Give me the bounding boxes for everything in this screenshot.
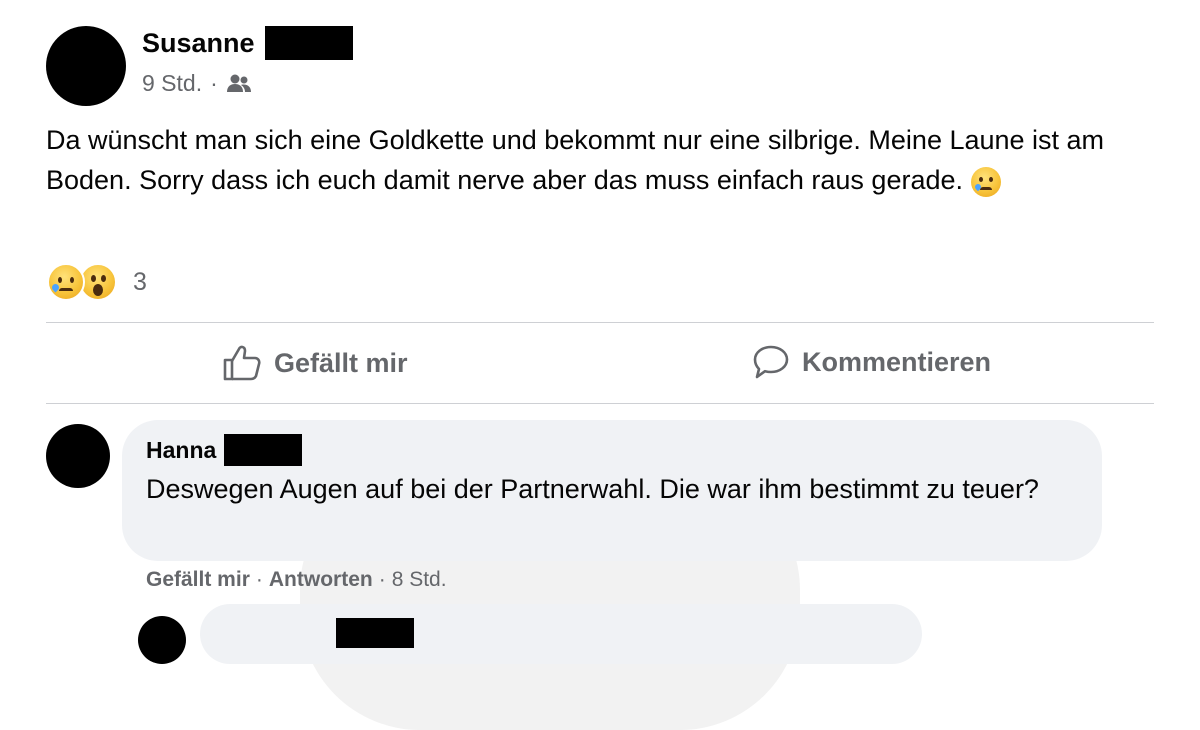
redacted-surname [264, 26, 353, 60]
post-body: Da wünscht man sich eine Goldkette und b… [46, 120, 1166, 200]
comment-like-link[interactable]: Gefällt mir [146, 568, 250, 592]
like-button[interactable]: Gefällt mir [222, 344, 408, 382]
post-meta: 9 Std. · [142, 70, 252, 97]
comment-reply-link[interactable]: Antworten [269, 568, 373, 592]
comment-button[interactable]: Kommentieren [752, 344, 991, 380]
divider-bottom [46, 403, 1154, 404]
comment-author-name[interactable]: Hanna [146, 437, 216, 464]
reply-bubble [200, 604, 922, 664]
post-author-name[interactable]: Susanne [142, 28, 255, 59]
comment-dot: · [378, 568, 386, 591]
friends-icon[interactable] [226, 73, 252, 95]
comment-author-row: Hanna [146, 434, 303, 466]
comment-author-avatar[interactable] [46, 424, 110, 488]
reaction-count[interactable]: 3 [133, 268, 147, 297]
post-text: Da wünscht man sich eine Goldkette und b… [46, 125, 1105, 195]
thumbs-up-icon [222, 344, 262, 382]
comment-bubble: Hanna Deswegen Augen auf bei der Partner… [122, 420, 1102, 561]
sad-tear-emoji [970, 166, 1001, 197]
post-author-avatar[interactable] [46, 26, 126, 106]
reply-author-avatar[interactable] [138, 616, 186, 664]
comment-text: Deswegen Augen auf bei der Partnerwahl. … [146, 474, 1039, 504]
comment-timestamp[interactable]: 8 Std. [392, 568, 447, 592]
comment-dot: · [255, 568, 263, 591]
reactions-row[interactable]: 3 [47, 263, 147, 301]
like-label: Gefällt mir [274, 347, 408, 378]
comment-label: Kommentieren [802, 346, 992, 377]
post-author-row: Susanne [142, 26, 353, 60]
divider-top [46, 322, 1154, 323]
comment-bubble-icon [752, 344, 790, 380]
sad-reaction-icon [47, 263, 85, 301]
meta-separator: · [210, 70, 218, 96]
redacted-surname [224, 434, 303, 466]
post-timestamp[interactable]: 9 Std. [142, 70, 202, 97]
comment-actions: Gefällt mir · Antworten · 8 Std. [146, 568, 447, 592]
redacted-surname [336, 618, 414, 648]
